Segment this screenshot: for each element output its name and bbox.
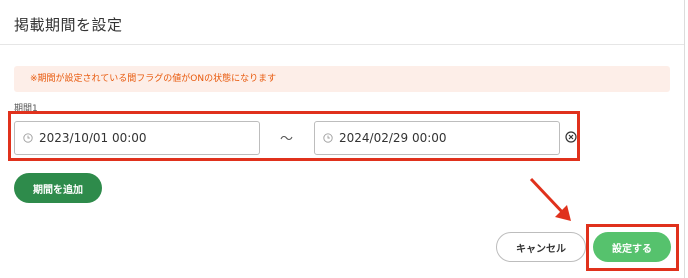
dialog-title: 掲載期間を設定 [14,16,123,34]
clear-icon[interactable] [565,131,577,143]
clock-icon [23,133,33,143]
arrow-icon [529,177,571,221]
notice-banner: ※期間が設定されている間フラグの値がONの状態になります [14,66,670,92]
cancel-button[interactable]: キャンセル [496,232,586,262]
end-date-field[interactable]: 2024/02/29 00:00 [314,121,560,155]
start-date-value: 2023/10/01 00:00 [39,131,147,145]
settings-dialog: 掲載期間を設定 ※期間が設定されている間フラグの値がONの状態になります 期間1… [0,0,685,278]
add-period-button[interactable]: 期間を追加 [14,173,102,203]
date-separator: 〜 [280,132,294,147]
start-date-field[interactable]: 2023/10/01 00:00 [14,121,260,155]
clock-icon [323,133,333,143]
title-divider [0,44,684,45]
end-date-value: 2024/02/29 00:00 [339,131,447,145]
submit-button[interactable]: 設定する [593,232,671,262]
